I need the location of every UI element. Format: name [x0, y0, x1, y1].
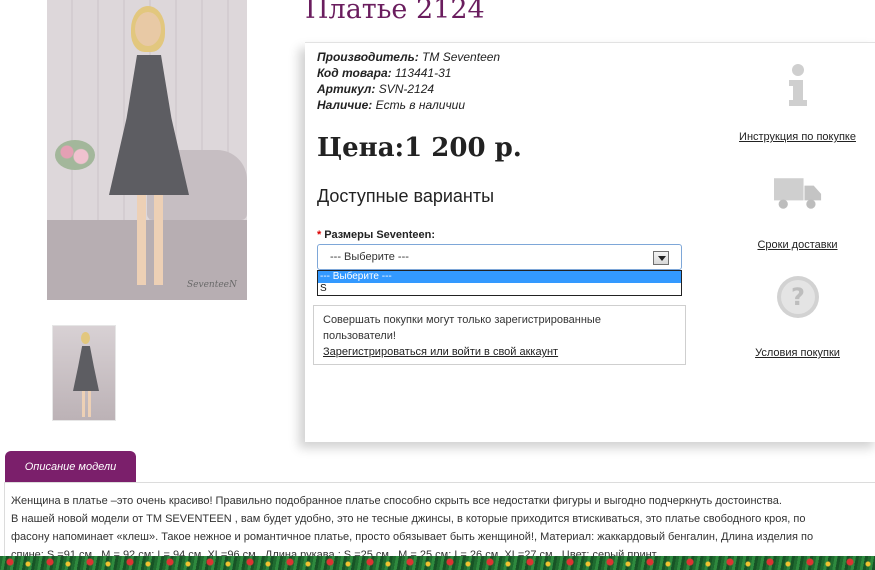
photo-flowers: [55, 140, 95, 170]
size-dropdown-list[interactable]: --- Выберите --- S: [317, 270, 682, 296]
product-title: Платье 2124: [305, 0, 485, 25]
registration-notice: Совершать покупки могут только зарегистр…: [313, 305, 686, 365]
size-select-value: --- Выберите ---: [330, 251, 409, 263]
info-icon: [774, 61, 822, 109]
svg-text:?: ?: [791, 283, 805, 311]
register-login-link[interactable]: Зарегистрироваться или войти в свой акка…: [323, 344, 676, 360]
side-link-delivery[interactable]: Сроки доставки: [715, 169, 875, 251]
notice-text: Совершать покупки могут только зарегистр…: [323, 314, 601, 342]
product-price: Цена:1 200 р.: [317, 133, 522, 163]
side-link-instructions[interactable]: Инструкция по покупке: [715, 61, 875, 143]
size-option-placeholder[interactable]: --- Выберите ---: [318, 271, 681, 283]
required-mark: *: [317, 229, 322, 241]
photo-watermark: SeventeeN: [187, 280, 237, 290]
product-thumbnail[interactable]: [52, 325, 116, 421]
tab-description[interactable]: Описание модели: [5, 451, 136, 482]
meta-manufacturer: Производитель: TM Seventeen: [317, 50, 501, 64]
side-link-terms[interactable]: ? Условия покупки: [715, 273, 875, 359]
truck-icon: [773, 169, 822, 217]
photo-model-legs: [137, 195, 163, 285]
description-line: Женщина в платье –это очень красиво! Пра…: [11, 495, 782, 507]
description-line: фасону напоминает «клеш». Такое нежное и…: [11, 531, 814, 543]
product-main-photo[interactable]: SeventeeN: [47, 0, 247, 300]
thumb-model-head: [81, 332, 90, 344]
size-option-s[interactable]: S: [318, 283, 681, 295]
thumb-dress: [73, 346, 99, 391]
size-option-label: * Размеры Seventeen:: [317, 229, 436, 241]
photo-model-head: [135, 12, 161, 46]
product-info-panel: Производитель: TM Seventeen Код товара: …: [305, 42, 875, 442]
size-select[interactable]: --- Выберите ---: [317, 244, 682, 270]
meta-availability: Наличие: Есть в наличии: [317, 98, 466, 112]
meta-sku: Артикул: SVN-2124: [317, 82, 435, 96]
product-meta: Производитель: TM Seventeen Код товара: …: [317, 49, 500, 113]
variants-heading: Доступные варианты: [317, 186, 495, 206]
chevron-down-icon[interactable]: [653, 251, 669, 265]
thumb-model-legs: [82, 391, 91, 417]
question-icon: ?: [774, 273, 822, 321]
holiday-garland-decoration: [0, 556, 875, 570]
description-line: В нашей новой модели от TM SEVENTEEN , в…: [11, 513, 806, 525]
meta-product-code: Код товара: 113441-31: [317, 66, 452, 80]
